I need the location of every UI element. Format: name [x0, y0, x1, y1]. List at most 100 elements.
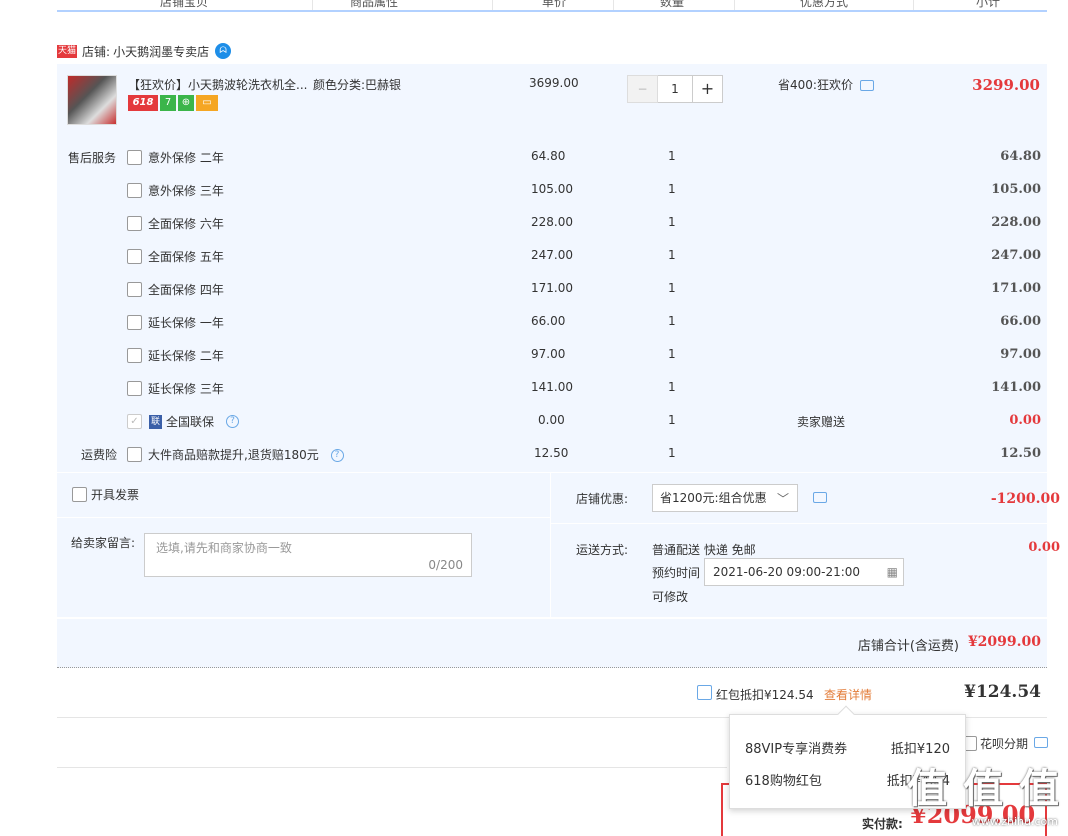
- shipping-method: 普通配送 快递 免邮: [652, 543, 756, 557]
- product-discount: 省400:狂欢价: [778, 76, 874, 93]
- chevron-down-icon: ﹀: [776, 492, 789, 506]
- message-label: 给卖家留言:: [71, 536, 136, 550]
- service-price: 66.00: [531, 314, 566, 328]
- service-checkbox[interactable]: [127, 150, 142, 165]
- service-checkbox[interactable]: [127, 216, 142, 231]
- appointment-datetime-input[interactable]: 2021-06-20 09:00-21:00 ▦: [704, 558, 904, 586]
- badge-7day-icon: 7: [160, 95, 176, 111]
- invoice-label: 开具发票: [91, 488, 140, 502]
- product-subtotal: 3299.00: [972, 76, 1040, 94]
- lianbao-item: 联 全国联保 ?: [149, 413, 240, 430]
- shipping-amount: 0.00: [1028, 540, 1060, 555]
- qty-plus-button[interactable]: +: [692, 75, 723, 103]
- service-checkbox[interactable]: [127, 249, 142, 264]
- invoice-checkbox[interactable]: [72, 487, 87, 502]
- freight-ins-name: 大件商品赔款提升,退货赔180元: [148, 448, 319, 462]
- lianbao-icon: 联: [149, 414, 162, 429]
- redpacket-checkbox[interactable]: [697, 685, 712, 700]
- freight-ins-checkbox[interactable]: [127, 447, 142, 462]
- redpacket-details-link[interactable]: 查看详情: [824, 686, 872, 703]
- service-checkbox[interactable]: [127, 183, 142, 198]
- badge-card-icon: ▭: [196, 95, 218, 111]
- message-counter: 0/200: [428, 558, 463, 572]
- coupon-chat-icon[interactable]: [813, 492, 827, 503]
- popup-item: 88VIP专享消费券 抵扣¥120: [745, 738, 950, 757]
- lianbao-qty: 1: [668, 413, 676, 427]
- product-discount-text: 省400:狂欢价: [778, 78, 853, 92]
- quantity-stepper: − 1 +: [627, 75, 723, 103]
- redpacket-label: 红包抵扣¥124.54: [716, 688, 814, 702]
- qty-input[interactable]: 1: [658, 75, 692, 103]
- shop-label: 店铺:: [82, 44, 111, 59]
- discount-chat-icon[interactable]: [859, 80, 874, 91]
- redpacket-amount: ¥124.54: [964, 682, 1041, 702]
- service-name: 延长保修 二年: [148, 349, 224, 363]
- product-badges: 618 7 ⊕ ▭: [128, 95, 220, 111]
- col-header-discount: 优惠方式: [800, 0, 849, 9]
- popup-item-name: 618购物红包: [745, 774, 822, 789]
- service-checkbox[interactable]: [127, 381, 142, 396]
- freight-ins-qty: 1: [668, 446, 676, 460]
- service-qty: 1: [668, 215, 676, 229]
- service-checkbox[interactable]: [127, 282, 142, 297]
- service-qty: 1: [668, 281, 676, 295]
- service-qty: 1: [668, 380, 676, 394]
- product-thumbnail[interactable]: [67, 75, 117, 125]
- service-price: 247.00: [531, 248, 573, 262]
- freight-ins-label: 运费险: [81, 448, 118, 462]
- service-label: 售后服务: [68, 151, 117, 165]
- shop-coupon-value: 省1200元:组合优惠: [660, 491, 767, 505]
- shop-coupon-select[interactable]: 省1200元:组合优惠 ﹀: [652, 484, 798, 512]
- service-qty: 1: [668, 248, 676, 262]
- service-qty: 1: [668, 182, 676, 196]
- appointment-label: 预约时间: [652, 566, 701, 580]
- qty-minus-button[interactable]: −: [627, 75, 658, 103]
- calendar-icon: ▦: [886, 565, 898, 579]
- shop-total-label: 店铺合计(含运费): [857, 639, 959, 654]
- service-price: 97.00: [531, 347, 566, 361]
- watermark-logo: 值 值 值: [907, 766, 1060, 812]
- freight-ins-item: 大件商品赔款提升,退货赔180元 ?: [148, 446, 344, 463]
- lianbao-subtotal: 0.00: [1009, 413, 1041, 428]
- col-header-item: 店铺宝贝: [160, 0, 209, 9]
- huabei-chat-icon[interactable]: [1034, 737, 1048, 748]
- pay-label: 实付款:: [862, 817, 903, 831]
- huabei-label: 花呗分期: [980, 737, 1029, 751]
- order-items-panel: [57, 64, 1047, 472]
- lianbao-price: 0.00: [538, 413, 565, 427]
- message-placeholder: 选填,请先和商家协商一致: [156, 541, 292, 555]
- popup-item-value: 抵扣¥120: [890, 742, 950, 757]
- shop-coupon-amount: -1200.00: [990, 491, 1060, 507]
- service-subtotal: 105.00: [991, 182, 1041, 197]
- col-header-attr: 商品属性: [350, 0, 399, 9]
- service-qty: 1: [668, 149, 676, 163]
- badge-guarantee-icon: ⊕: [178, 95, 194, 111]
- col-header-subtotal: 小计: [976, 0, 1001, 9]
- tmall-badge-icon: 天猫: [57, 44, 78, 58]
- help-question-icon[interactable]: ?: [330, 449, 344, 462]
- message-textarea[interactable]: 选填,请先和商家协商一致 0/200: [144, 533, 472, 577]
- service-subtotal: 247.00: [991, 248, 1041, 263]
- lianbao-discount: 卖家赠送: [797, 415, 846, 429]
- service-name: 全面保修 四年: [148, 283, 224, 297]
- shop-row: 天猫 店铺: 小天鹅润墨专卖店 ᗣ: [57, 40, 232, 62]
- product-title-link[interactable]: 【狂欢价】小天鹅波轮洗衣机全...: [128, 76, 307, 93]
- watermark-url: www.zhihu.com: [971, 815, 1058, 828]
- service-name: 意外保修 二年: [148, 151, 224, 165]
- product-price: 3699.00: [529, 76, 579, 90]
- service-name: 延长保修 三年: [148, 382, 224, 396]
- table-header: 店铺宝贝 商品属性 单价 数量 优惠方式 小计: [57, 0, 1047, 12]
- service-subtotal: 228.00: [991, 215, 1041, 230]
- service-subtotal: 141.00: [991, 380, 1041, 395]
- service-checkbox[interactable]: [127, 315, 142, 330]
- help-question-icon[interactable]: ?: [226, 415, 240, 428]
- service-price: 141.00: [531, 380, 573, 394]
- modifiable-note: 可修改: [652, 590, 689, 604]
- service-qty: 1: [668, 347, 676, 361]
- service-checkbox[interactable]: [127, 348, 142, 363]
- col-header-qty: 数量: [660, 0, 685, 9]
- wangwang-chat-icon[interactable]: ᗣ: [215, 43, 232, 59]
- col-header-price: 单价: [542, 0, 567, 9]
- shop-name-link[interactable]: 小天鹅润墨专卖店: [113, 43, 209, 60]
- service-price: 228.00: [531, 215, 573, 229]
